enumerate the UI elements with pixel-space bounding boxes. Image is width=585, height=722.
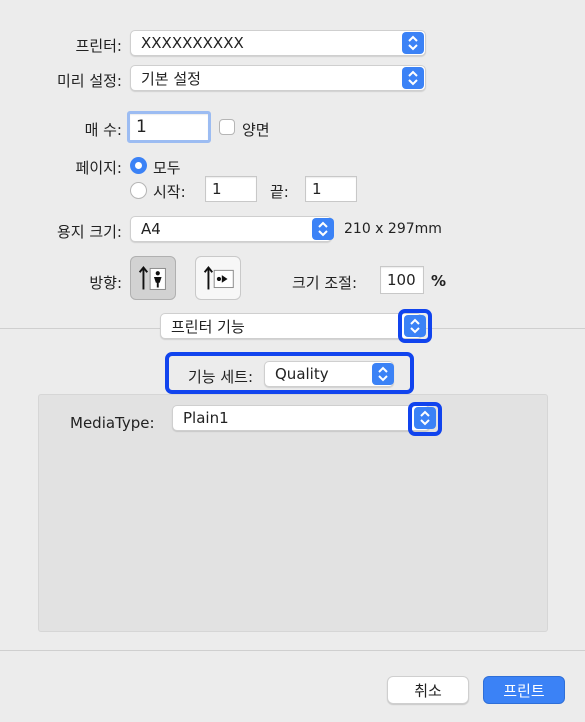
copies-input[interactable]: 1 (127, 111, 211, 143)
pages-from-value: 1 (212, 180, 222, 198)
paper-size-stepper-icon[interactable] (312, 218, 334, 240)
orientation-portrait-button[interactable] (130, 256, 176, 300)
pages-from-label: 시작: (153, 183, 186, 201)
portrait-orientation-icon (138, 265, 166, 290)
printer-label: 프린터: (75, 37, 122, 55)
feature-set-stepper-icon[interactable] (372, 363, 394, 385)
cancel-button-label: 취소 (414, 681, 442, 700)
orientation-landscape-button[interactable] (195, 256, 241, 300)
presets-select-value: 기본 설정 (141, 69, 201, 88)
printer-select[interactable]: XXXXXXXXXX (130, 30, 426, 56)
scale-label: 크기 조절: (292, 274, 358, 292)
printer-select-value: XXXXXXXXXX (141, 34, 244, 52)
paper-size-label: 용지 크기: (56, 223, 122, 241)
presets-select[interactable]: 기본 설정 (130, 65, 426, 91)
feature-set-value: Quality (275, 365, 329, 383)
feature-set-label: 기능 세트: (188, 368, 254, 386)
pages-all-label: 모두 (153, 159, 181, 177)
landscape-orientation-icon (203, 265, 234, 290)
pages-range-radio[interactable] (130, 182, 147, 199)
section-stepper-highlight (398, 309, 432, 343)
copies-label: 매 수: (84, 121, 122, 139)
scale-input[interactable]: 100 (380, 266, 424, 294)
scale-value: 100 (387, 271, 416, 289)
footer-divider (0, 650, 585, 651)
media-type-value: Plain1 (183, 409, 229, 427)
pages-label: 페이지: (75, 159, 122, 177)
section-select-value: 프린터 기능 (171, 317, 245, 336)
paper-size-value: A4 (141, 220, 161, 238)
presets-select-stepper-icon[interactable] (402, 67, 424, 89)
media-type-stepper-highlight (408, 402, 442, 436)
media-type-select[interactable]: Plain1 (172, 405, 430, 431)
section-select[interactable]: 프린터 기능 (160, 313, 422, 339)
paper-size-select[interactable]: A4 (130, 216, 332, 242)
print-button-label: 프린트 (503, 681, 545, 700)
print-button[interactable]: 프린트 (483, 676, 565, 704)
cancel-button[interactable]: 취소 (387, 676, 469, 704)
printer-select-stepper-icon[interactable] (402, 32, 424, 54)
pages-to-value: 1 (312, 180, 322, 198)
scale-unit: % (431, 272, 447, 290)
duplex-label: 양면 (242, 121, 270, 139)
media-type-label: MediaType: (70, 414, 155, 432)
orientation-label: 방향: (89, 274, 122, 292)
copies-input-value: 1 (136, 117, 147, 137)
pages-all-radio[interactable] (130, 157, 147, 174)
duplex-checkbox[interactable] (219, 119, 235, 135)
pages-from-input[interactable]: 1 (205, 176, 257, 202)
paper-size-dimensions: 210 x 297mm (344, 221, 442, 237)
presets-label: 미리 설정: (56, 72, 122, 90)
pages-to-label: 끝: (270, 183, 289, 201)
pages-to-input[interactable]: 1 (305, 176, 357, 202)
